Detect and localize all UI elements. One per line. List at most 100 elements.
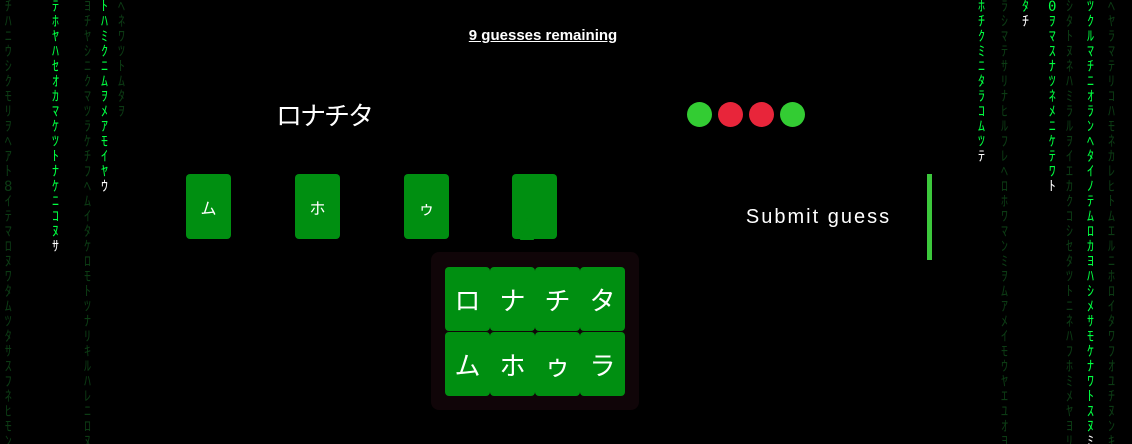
picker-option[interactable]: ム xyxy=(445,332,490,396)
rain-glyph: ﾒ xyxy=(1048,104,1056,120)
rain-glyph: ﾁ xyxy=(4,0,12,15)
rain-glyph: ﾂ xyxy=(978,134,985,150)
rain-glyph: ｺ xyxy=(978,104,985,120)
rain-glyph: ﾗ xyxy=(978,89,985,105)
rain-glyph: ﾘ xyxy=(1108,74,1115,90)
rain-glyph: ｲ xyxy=(84,209,91,225)
rain-glyph: ﾘ xyxy=(1066,434,1073,444)
rain-glyph: ｷ xyxy=(1108,434,1115,444)
rain-glyph: ﾑ xyxy=(1108,209,1115,225)
guess-feedback xyxy=(687,102,805,127)
rain-glyph: ｶ xyxy=(52,89,59,105)
picker-option[interactable]: ラ xyxy=(580,332,625,396)
picker-option[interactable]: ホ xyxy=(490,332,535,396)
rain-glyph: ﾛ xyxy=(1087,224,1094,240)
rain-column: ｼﾀﾄﾇﾈﾊﾐﾗﾙｦｲｴｶｸｺｼｾﾀﾂﾄﾆﾈﾊﾌﾎﾐﾒﾔﾖﾘ xyxy=(1066,0,1073,444)
rain-glyph: ﾄ xyxy=(52,149,59,165)
rain-glyph: ﾏ xyxy=(1087,44,1094,60)
rain-glyph: ﾆ xyxy=(84,59,91,75)
rain-glyph: ｸ xyxy=(4,74,12,90)
rain-glyph: ﾑ xyxy=(978,119,985,135)
rain-glyph: ﾛ xyxy=(4,239,12,255)
rain-glyph: 0 xyxy=(1048,0,1057,15)
guess-slot-1[interactable]: ム xyxy=(186,174,231,239)
rain-glyph: ﾍ xyxy=(84,179,91,195)
rain-glyph: ﾓ xyxy=(101,134,108,150)
rain-glyph: ﾇ xyxy=(1087,419,1094,435)
guess-slot-4[interactable] xyxy=(512,174,557,239)
previous-guess-text: ロナチタ xyxy=(276,102,374,132)
rain-glyph: ﾆ xyxy=(84,404,91,420)
rain-glyph: ﾀ xyxy=(1066,254,1073,270)
rain-glyph: ﾘ xyxy=(1001,74,1008,90)
rain-glyph: ﾓ xyxy=(1001,344,1008,360)
rain-glyph: ｵ xyxy=(1001,419,1008,435)
rain-glyph: ﾒ xyxy=(101,104,108,120)
rain-glyph: ﾇ xyxy=(1066,44,1073,60)
rain-glyph: ｸ xyxy=(1087,14,1094,30)
rain-glyph: ﾑ xyxy=(1001,284,1008,300)
rain-glyph: ﾍ xyxy=(4,134,12,150)
guesses-remaining: 9 guesses remaining xyxy=(468,27,618,44)
character-picker: ロ ナ チ タ ム ホ ゥ ラ xyxy=(431,252,639,410)
rain-glyph: ﾆ xyxy=(1048,119,1056,135)
rain-glyph: ﾓ xyxy=(4,89,12,105)
rain-glyph: ｻ xyxy=(1001,59,1008,75)
rain-column: ﾀﾁ xyxy=(1022,0,1029,444)
rain-glyph: ﾃ xyxy=(4,209,12,225)
guess-slot-3[interactable]: ゥ xyxy=(404,174,449,239)
submit-guess-button[interactable]: Submit guess xyxy=(710,174,932,260)
rain-glyph: ﾅ xyxy=(52,164,59,180)
rain-glyph: ｱ xyxy=(101,119,108,135)
rain-glyph: ﾂ xyxy=(1087,0,1094,15)
rain-glyph: ﾘ xyxy=(84,329,91,345)
rain-column: ﾖﾁﾔｼﾆｸﾏﾂﾗｹﾁﾌﾍﾑｲﾀｹﾛﾓﾄﾂﾅﾘｷﾙﾊﾚﾆﾛﾇ xyxy=(84,0,91,444)
rain-glyph: ｲ xyxy=(1108,299,1115,315)
rain-glyph: ﾆ xyxy=(1108,254,1115,270)
rain-glyph: ﾃ xyxy=(1108,59,1115,75)
rain-glyph: ﾓ xyxy=(1087,329,1094,345)
rain-glyph: ｳ xyxy=(4,44,12,60)
rain-glyph: ﾈ xyxy=(1108,134,1115,150)
rain-glyph: ﾀ xyxy=(978,74,985,90)
rain-glyph: ﾂ xyxy=(1066,269,1073,285)
rain-glyph: ﾌ xyxy=(1001,134,1008,150)
rain-glyph: ﾑ xyxy=(101,74,108,90)
rain-column: ﾎﾁｸﾐﾆﾀﾗｺﾑﾂﾃ xyxy=(978,0,985,444)
rain-glyph: ﾀ xyxy=(118,89,125,105)
rain-glyph: ﾆ xyxy=(978,59,985,75)
rain-glyph: ﾀ xyxy=(4,284,12,300)
rain-glyph: ﾔ xyxy=(1066,404,1073,420)
rain-glyph: ﾙ xyxy=(1066,119,1073,135)
rain-glyph: ﾈ xyxy=(1066,314,1073,330)
rain-glyph: ｷ xyxy=(84,344,91,360)
rain-glyph: ﾔ xyxy=(1108,14,1115,30)
picker-option[interactable]: ゥ xyxy=(535,332,580,396)
picker-option[interactable]: チ xyxy=(535,267,580,331)
guess-slot-2[interactable]: ホ xyxy=(295,174,340,239)
picker-option[interactable]: ロ xyxy=(445,267,490,331)
rain-glyph: ﾂ xyxy=(118,44,125,60)
rain-glyph: ﾊ xyxy=(84,374,91,390)
rain-glyph: ﾗ xyxy=(84,119,91,135)
rain-glyph: ﾅ xyxy=(1048,59,1056,75)
rain-glyph: ｹ xyxy=(1087,344,1094,360)
rain-glyph: ﾂ xyxy=(1048,74,1056,90)
rain-glyph: ﾇ xyxy=(52,224,59,240)
rain-glyph: ﾇ xyxy=(84,434,91,444)
rain-glyph: ﾆ xyxy=(52,194,59,210)
rain-glyph: ﾙ xyxy=(1087,29,1094,45)
rain-glyph: ｾ xyxy=(1066,239,1073,255)
rain-glyph: ﾙ xyxy=(1108,239,1115,255)
rain-glyph: ｸ xyxy=(101,44,108,60)
feedback-dot xyxy=(749,102,774,127)
rain-glyph: ｦ xyxy=(1001,269,1008,285)
picker-option[interactable]: ナ xyxy=(490,267,535,331)
picker-option[interactable]: タ xyxy=(580,267,625,331)
rain-glyph: ﾘ xyxy=(4,104,12,120)
rain-glyph: ﾊ xyxy=(1108,104,1115,120)
rain-glyph: ﾕ xyxy=(1108,374,1115,390)
rain-glyph: ﾜ xyxy=(1001,209,1008,225)
rain-glyph: ｦ xyxy=(1066,134,1073,150)
rain-glyph: ﾃ xyxy=(52,0,59,15)
